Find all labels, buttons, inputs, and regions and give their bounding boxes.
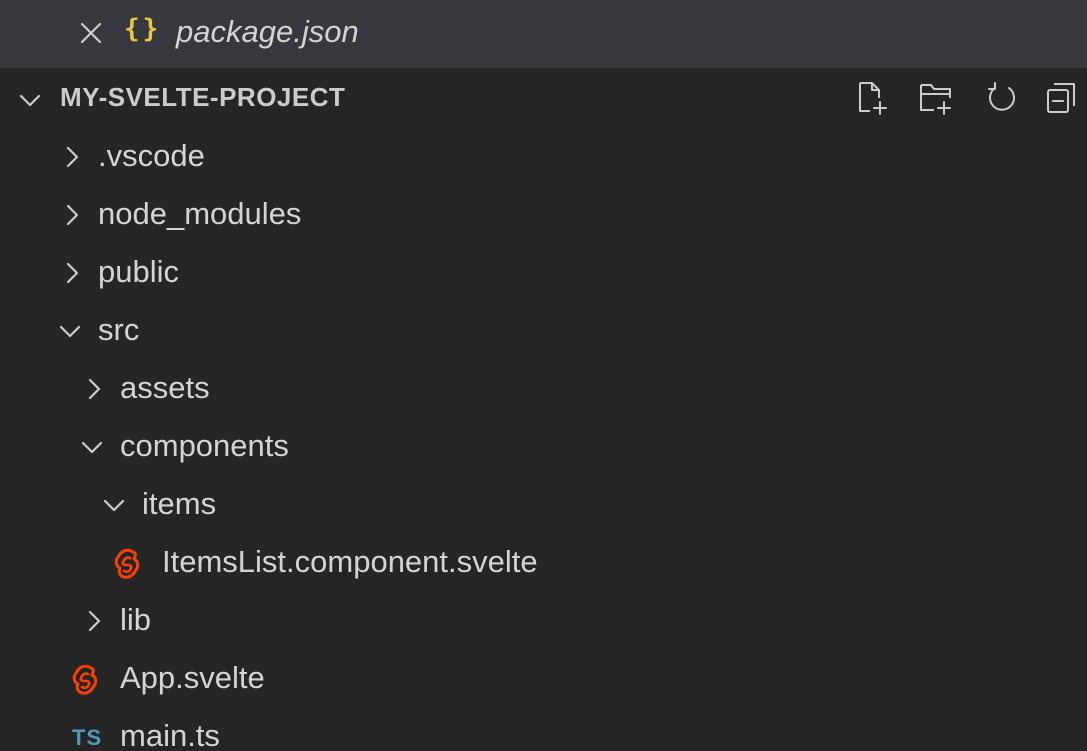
tree-item-assets[interactable]: assets [0, 360, 1087, 418]
chevron-down-icon [16, 86, 44, 114]
tree-item-label: main.ts [120, 718, 220, 751]
chevron-down-icon [56, 317, 84, 345]
collapse-all-button[interactable] [1044, 80, 1080, 116]
chevron-right-icon [80, 607, 108, 635]
new-folder-icon [920, 84, 951, 115]
tree-item-label: .vscode [98, 138, 205, 173]
svelte-icon [112, 547, 142, 579]
tree-item-src[interactable]: src [0, 302, 1087, 360]
chevron-right-icon [58, 259, 86, 287]
tree-item-components[interactable]: components [0, 418, 1087, 476]
chevron-right-icon [80, 375, 108, 403]
new-file-icon [859, 82, 887, 115]
tree-item-lib[interactable]: lib [0, 592, 1087, 650]
svelte-icon [70, 663, 100, 695]
explorer-title: MY-SVELTE-PROJECT [60, 82, 346, 112]
close-icon[interactable] [78, 20, 104, 46]
open-editor-filename: package.json [176, 14, 359, 49]
tree-item-node-modules[interactable]: node_modules [0, 186, 1087, 244]
tree-item-label: assets [120, 370, 210, 405]
tree-item-itemslist-svelte[interactable]: ItemsList.component.svelte [0, 534, 1087, 592]
chevron-down-icon [78, 433, 106, 461]
refresh-button[interactable] [984, 80, 1020, 116]
json-braces-icon: {} [124, 14, 162, 44]
new-folder-button[interactable] [918, 80, 954, 116]
tree-item-label: src [98, 312, 140, 347]
chevron-down-icon [100, 491, 128, 519]
tree-item-app-svelte[interactable]: App.svelte [0, 650, 1087, 708]
tree-item-label: items [142, 486, 217, 521]
tree-item-label: node_modules [98, 196, 302, 231]
tree-item-main-ts[interactable]: TS main.ts [0, 708, 1087, 751]
tree-item-public[interactable]: public [0, 244, 1087, 302]
tree-item-label: public [98, 254, 179, 289]
tree-item-label: components [120, 428, 289, 463]
chevron-right-icon [58, 201, 86, 229]
tree-item-label: lib [120, 602, 152, 637]
tree-item-vscode[interactable]: .vscode [0, 128, 1087, 186]
new-file-button[interactable] [854, 80, 890, 116]
tree-item-label: ItemsList.component.svelte [162, 544, 538, 579]
typescript-icon: TS [72, 725, 103, 750]
chevron-right-icon [58, 143, 86, 171]
refresh-icon [988, 82, 1015, 111]
collapse-all-icon [1047, 83, 1075, 113]
tree-item-label: App.svelte [120, 660, 265, 695]
open-editor-item[interactable]: {} package.json [0, 0, 1087, 68]
tree-item-items[interactable]: items [0, 476, 1087, 534]
